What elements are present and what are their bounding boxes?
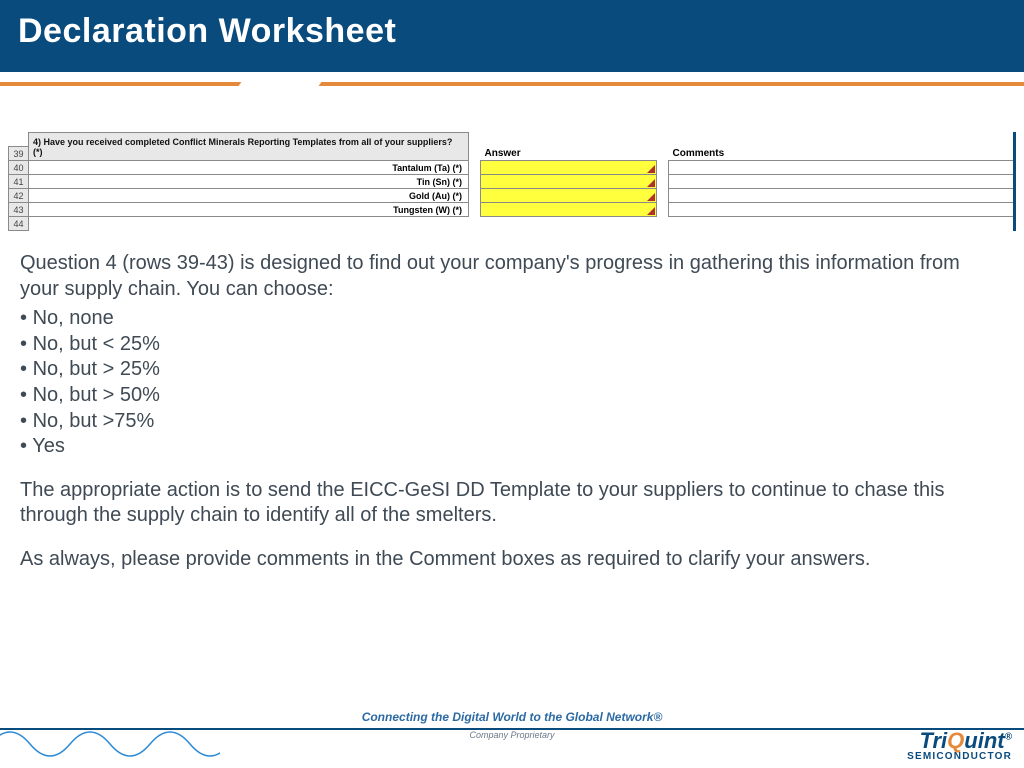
wave-icon	[0, 714, 220, 758]
answer-cell[interactable]	[481, 161, 657, 175]
answer-cell[interactable]	[481, 203, 657, 217]
list-item: Yes	[20, 434, 998, 460]
list-item: No, but > 50%	[20, 383, 998, 409]
comment-cell[interactable]	[669, 175, 1016, 189]
action-paragraph: The appropriate action is to send the EI…	[20, 478, 998, 529]
row-number: 44	[9, 217, 29, 231]
options-list: No, none No, but < 25% No, but > 25% No,…	[20, 306, 998, 460]
spreadsheet-snippet: 4) Have you received completed Conflict …	[8, 132, 1016, 231]
slide-footer: Connecting the Digital World to the Glob…	[0, 706, 1024, 768]
brand-text: Q	[947, 728, 964, 753]
answer-cell[interactable]	[481, 189, 657, 203]
row-number: 43	[9, 203, 29, 217]
list-item: No, none	[20, 306, 998, 332]
metal-label: Tantalum (Ta) (*)	[29, 161, 469, 175]
brand-subtext: SEMICONDUCTOR	[907, 752, 1012, 762]
brand-text: uint	[964, 728, 1004, 753]
comment-cell[interactable]	[669, 203, 1016, 217]
column-header-answer: Answer	[481, 147, 657, 161]
comment-cell[interactable]	[669, 189, 1016, 203]
question-cell: 4) Have you received completed Conflict …	[29, 133, 469, 161]
accent-stripe	[0, 72, 1024, 96]
comments-paragraph: As always, please provide comments in th…	[20, 547, 998, 573]
metal-label: Tin (Sn) (*)	[29, 175, 469, 189]
intro-paragraph: Question 4 (rows 39-43) is designed to f…	[20, 251, 998, 302]
page-title: Declaration Worksheet	[18, 12, 1006, 51]
row-number: 40	[9, 161, 29, 175]
column-header-comments: Comments	[669, 147, 1016, 161]
row-number: 42	[9, 189, 29, 203]
list-item: No, but < 25%	[20, 332, 998, 358]
row-number: 41	[9, 175, 29, 189]
metal-label: Tungsten (W) (*)	[29, 203, 469, 217]
slide-header: Declaration Worksheet	[0, 0, 1024, 72]
list-item: No, but > 25%	[20, 357, 998, 383]
body-text: Question 4 (rows 39-43) is designed to f…	[20, 251, 998, 573]
answer-cell[interactable]	[481, 175, 657, 189]
brand-logo: TriQuint® SEMICONDUCTOR	[907, 730, 1012, 762]
metal-label: Gold (Au) (*)	[29, 189, 469, 203]
brand-text: Tri	[919, 728, 947, 753]
comment-cell[interactable]	[669, 161, 1016, 175]
row-number: 39	[9, 147, 29, 161]
list-item: No, but >75%	[20, 409, 998, 435]
